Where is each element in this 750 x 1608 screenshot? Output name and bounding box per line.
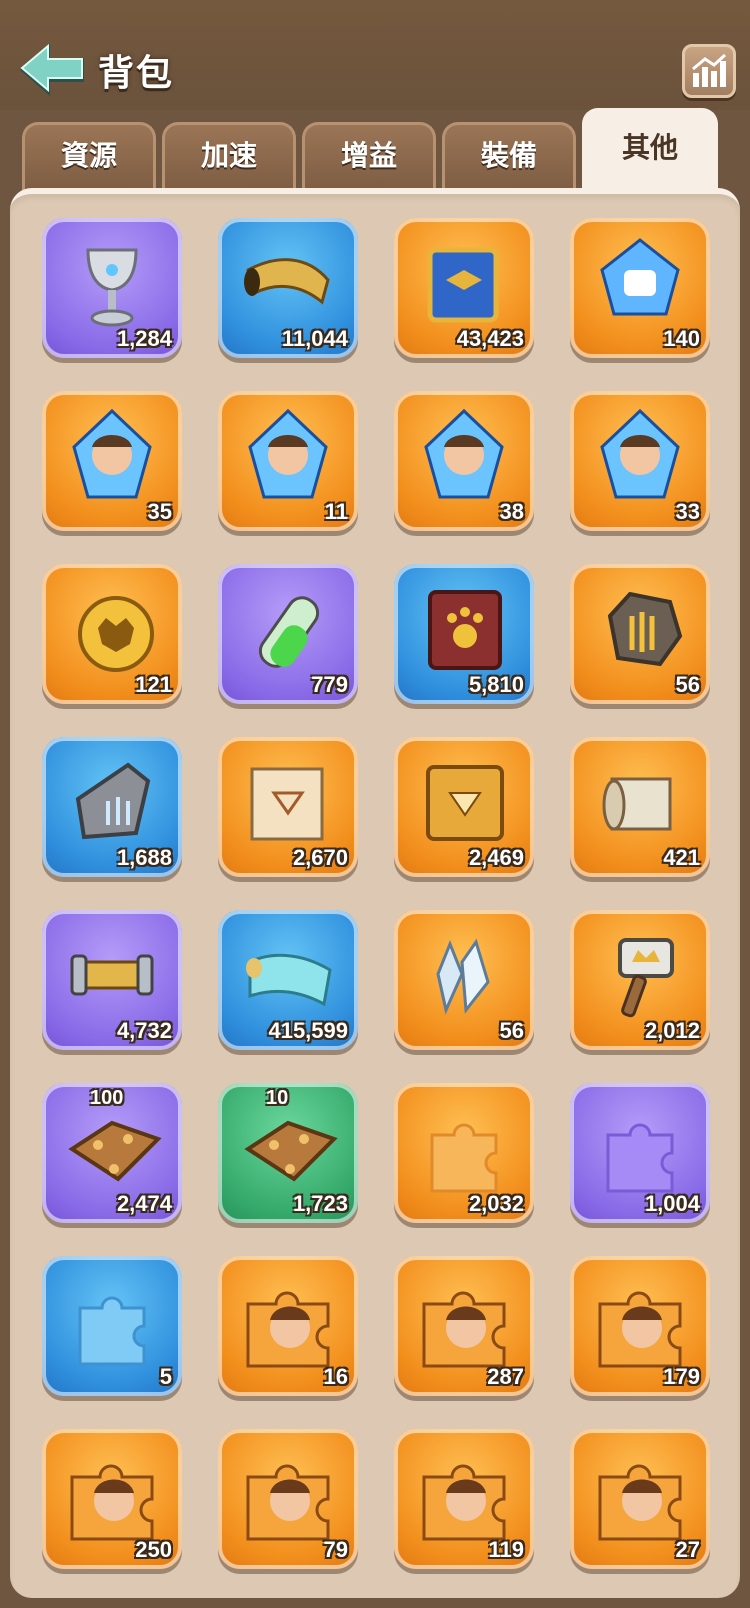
item-count: 38 xyxy=(499,499,524,524)
item-count: 1,723 xyxy=(292,1191,348,1216)
inventory-item[interactable]: 250 xyxy=(42,1429,182,1569)
item-count: 2,032 xyxy=(468,1191,524,1216)
tab-equipment[interactable]: 裝備 xyxy=(442,122,576,190)
inventory-item[interactable]: 2,469 xyxy=(394,737,534,877)
item-count: 11,044 xyxy=(281,326,348,351)
inventory-item[interactable]: 33 xyxy=(570,391,710,531)
inventory-item[interactable]: 421 xyxy=(570,737,710,877)
inventory-item[interactable]: 38 xyxy=(394,391,534,531)
inventory-item[interactable]: 179 xyxy=(570,1256,710,1396)
tab-boosts[interactable]: 增益 xyxy=(302,122,436,190)
inventory-item[interactable]: 35 xyxy=(42,391,182,531)
inventory-item[interactable]: 100 2,474 xyxy=(42,1083,182,1223)
tab-resources[interactable]: 資源 xyxy=(22,122,156,190)
item-count: 56 xyxy=(499,1018,524,1043)
item-count: 1,004 xyxy=(644,1191,700,1216)
inventory-item[interactable]: 56 xyxy=(394,910,534,1050)
item-count: 119 xyxy=(488,1537,525,1562)
item-count: 1,284 xyxy=(116,326,172,351)
inventory-panel: 1,284 11,044 43,423 140 35 11 38 33 121 779 5,810 5… xyxy=(10,188,740,1598)
item-count: 27 xyxy=(675,1537,700,1562)
inventory-item[interactable]: 1,284 xyxy=(42,218,182,358)
item-count: 2,670 xyxy=(292,845,348,870)
item-count: 5,810 xyxy=(468,672,524,697)
tab-other[interactable]: 其他 xyxy=(582,108,718,194)
inventory-item[interactable]: 4,732 xyxy=(42,910,182,1050)
item-count: 35 xyxy=(147,499,172,524)
item-count: 33 xyxy=(675,499,700,524)
item-count: 121 xyxy=(135,672,172,697)
item-count: 2,474 xyxy=(116,1191,172,1216)
inventory-item[interactable]: 56 xyxy=(570,564,710,704)
inventory-item[interactable]: 27 xyxy=(570,1429,710,1569)
inventory-item[interactable]: 79 xyxy=(218,1429,358,1569)
inventory-item[interactable]: 287 xyxy=(394,1256,534,1396)
item-count: 250 xyxy=(135,1537,172,1562)
item-count: 2,012 xyxy=(644,1018,700,1043)
inventory-item[interactable]: 10 1,723 xyxy=(218,1083,358,1223)
inventory-item[interactable]: 16 xyxy=(218,1256,358,1396)
item-count: 179 xyxy=(663,1364,700,1389)
item-count: 56 xyxy=(675,672,700,697)
back-arrow-icon[interactable] xyxy=(16,40,88,100)
item-count: 11 xyxy=(324,499,348,524)
inventory-item[interactable]: 415,599 xyxy=(218,910,358,1050)
tab-speedups[interactable]: 加速 xyxy=(162,122,296,190)
item-tier-label: 100 xyxy=(90,1087,124,1109)
inventory-item[interactable]: 5,810 xyxy=(394,564,534,704)
header-bar: 背包 xyxy=(0,0,750,110)
item-count: 287 xyxy=(487,1364,524,1389)
inventory-item[interactable]: 1,004 xyxy=(570,1083,710,1223)
inventory-item[interactable]: 779 xyxy=(218,564,358,704)
inventory-item[interactable]: 5 xyxy=(42,1256,182,1396)
inventory-item[interactable]: 2,012 xyxy=(570,910,710,1050)
item-tier-label: 10 xyxy=(266,1087,289,1109)
item-count: 1,688 xyxy=(116,845,172,870)
inventory-item[interactable]: 119 xyxy=(394,1429,534,1569)
item-count: 421 xyxy=(663,845,700,870)
item-count: 4,732 xyxy=(116,1018,172,1043)
inventory-item[interactable]: 2,032 xyxy=(394,1083,534,1223)
inventory-item[interactable]: 121 xyxy=(42,564,182,704)
item-count: 2,469 xyxy=(468,845,524,870)
inventory-item[interactable]: 140 xyxy=(570,218,710,358)
item-count: 140 xyxy=(663,326,700,351)
item-count: 43,423 xyxy=(456,326,524,351)
inventory-item[interactable]: 2,670 xyxy=(218,737,358,877)
inventory-item[interactable]: 11 xyxy=(218,391,358,531)
item-count: 79 xyxy=(323,1537,348,1562)
inventory-item[interactable]: 11,044 xyxy=(218,218,358,358)
item-count: 415,599 xyxy=(268,1018,348,1043)
item-count: 779 xyxy=(311,672,348,697)
item-count: 5 xyxy=(159,1364,172,1389)
stats-chart-icon[interactable] xyxy=(682,44,736,98)
item-count: 16 xyxy=(323,1364,348,1389)
page-title: 背包 xyxy=(98,53,175,94)
inventory-item[interactable]: 43,423 xyxy=(394,218,534,358)
inventory-item[interactable]: 1,688 xyxy=(42,737,182,877)
